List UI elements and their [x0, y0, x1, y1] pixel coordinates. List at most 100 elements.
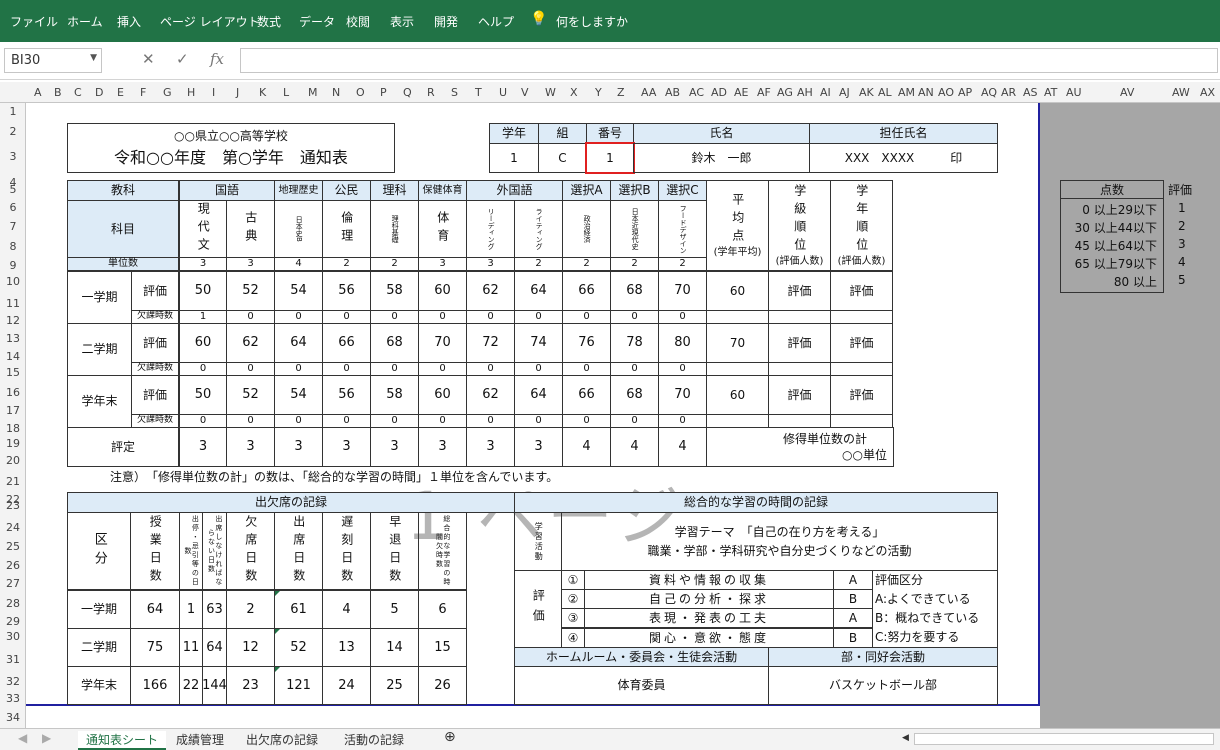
column-header[interactable]: C	[74, 86, 82, 99]
ribbon-tab[interactable]: ページ レイアウト	[160, 13, 260, 30]
row-header[interactable]: 6	[0, 201, 26, 214]
row-header[interactable]: 30	[0, 630, 26, 643]
enter-icon[interactable]: ✓	[176, 50, 189, 68]
ribbon-tab[interactable]: ファイル	[10, 13, 58, 30]
row-header[interactable]: 19	[0, 437, 26, 450]
column-header[interactable]: D	[95, 86, 103, 99]
row-header[interactable]: 28	[0, 597, 26, 610]
row-header[interactable]: 10	[0, 275, 26, 288]
column-header[interactable]: U	[499, 86, 507, 99]
row-header[interactable]: 23	[0, 499, 26, 512]
row-header[interactable]: 1	[0, 105, 26, 118]
sheet-tab[interactable]: 出欠席の記録	[246, 731, 318, 748]
tell-me-box[interactable]: 何をしますか	[556, 13, 628, 30]
ribbon-tab[interactable]: 挿入	[117, 13, 141, 30]
row-header[interactable]: 12	[0, 314, 26, 327]
row-header[interactable]: 25	[0, 540, 26, 553]
ribbon-tab[interactable]: データ	[299, 13, 335, 30]
column-header[interactable]: AF	[757, 86, 771, 99]
row-header[interactable]: 16	[0, 386, 26, 399]
column-header[interactable]: G	[163, 86, 172, 99]
column-header[interactable]: L	[283, 86, 289, 99]
column-header[interactable]: O	[356, 86, 365, 99]
row-header[interactable]: 18	[0, 422, 26, 435]
column-header[interactable]: AV	[1120, 86, 1134, 99]
row-header[interactable]: 21	[0, 475, 26, 488]
row-header[interactable]: 34	[0, 711, 26, 724]
column-header[interactable]: AG	[777, 86, 793, 99]
row-header[interactable]: 27	[0, 577, 26, 590]
lightbulb-icon[interactable]: 💡	[530, 11, 547, 27]
row-header[interactable]: 31	[0, 653, 26, 666]
column-header[interactable]: AK	[859, 86, 874, 99]
row-header[interactable]: 14	[0, 350, 26, 363]
column-header[interactable]: N	[332, 86, 340, 99]
column-header[interactable]: J	[236, 86, 239, 99]
column-header[interactable]: T	[475, 86, 482, 99]
column-header[interactable]: AJ	[839, 86, 850, 99]
column-header[interactable]: I	[212, 86, 215, 99]
column-header[interactable]: M	[308, 86, 318, 99]
row-header[interactable]: 29	[0, 615, 26, 628]
column-header[interactable]: R	[427, 86, 435, 99]
ribbon-tab[interactable]: 数式	[257, 13, 281, 30]
column-header[interactable]: F	[140, 86, 146, 99]
sheet-tab[interactable]: 成績管理	[176, 731, 224, 748]
column-header[interactable]: AQ	[981, 86, 997, 99]
row-header[interactable]: 32	[0, 675, 26, 688]
chevron-down-icon[interactable]: ▼	[90, 53, 97, 63]
row-header[interactable]: 9	[0, 259, 26, 272]
column-header[interactable]: AU	[1066, 86, 1082, 99]
column-header[interactable]: A	[34, 86, 42, 99]
column-header[interactable]: AE	[734, 86, 748, 99]
ribbon-tab[interactable]: 校閲	[346, 13, 370, 30]
column-header[interactable]: W	[545, 86, 556, 99]
scroll-right-icon[interactable]: ▶	[42, 731, 51, 745]
column-header[interactable]: S	[451, 86, 458, 99]
sheet-tab[interactable]: 通知表シート	[78, 731, 167, 750]
function-icon[interactable]: fx	[210, 50, 224, 68]
column-header[interactable]: Z	[617, 86, 625, 99]
column-header[interactable]: Q	[403, 86, 412, 99]
horizontal-scrollbar[interactable]	[914, 733, 1214, 745]
row-header[interactable]: 8	[0, 240, 26, 253]
column-header[interactable]: H	[187, 86, 195, 99]
scroll-left-icon[interactable]: ◀	[18, 731, 27, 745]
row-header[interactable]: 33	[0, 692, 26, 705]
column-header[interactable]: AR	[1001, 86, 1016, 99]
column-header[interactable]: B	[54, 86, 62, 99]
column-header[interactable]: AN	[918, 86, 934, 99]
column-header[interactable]: AP	[958, 86, 972, 99]
hscroll-left-icon[interactable]: ◀	[902, 733, 909, 743]
row-header[interactable]: 13	[0, 332, 26, 345]
sheet-tab[interactable]: 活動の記録	[344, 731, 404, 748]
column-header[interactable]: AT	[1044, 86, 1057, 99]
row-header[interactable]: 5	[0, 183, 26, 196]
ribbon-tab[interactable]: ホーム	[67, 13, 103, 30]
column-header[interactable]: Y	[595, 86, 602, 99]
column-header[interactable]: K	[259, 86, 266, 99]
add-sheet-icon[interactable]: ⊕	[444, 729, 456, 745]
column-header[interactable]: AX	[1200, 86, 1215, 99]
row-header[interactable]: 15	[0, 366, 26, 379]
row-header[interactable]: 2	[0, 125, 26, 138]
ribbon-tab[interactable]: 表示	[390, 13, 414, 30]
row-header[interactable]: 3	[0, 150, 26, 163]
row-header[interactable]: 24	[0, 521, 26, 534]
column-header[interactable]: AW	[1172, 86, 1190, 99]
column-header[interactable]: AM	[898, 86, 915, 99]
ribbon-tab[interactable]: ヘルプ	[478, 13, 514, 30]
column-header[interactable]: V	[521, 86, 529, 99]
formula-input[interactable]	[240, 48, 1218, 73]
ribbon-tab[interactable]: 開発	[434, 13, 458, 30]
row-header[interactable]: 26	[0, 559, 26, 572]
column-header[interactable]: E	[117, 86, 124, 99]
row-header[interactable]: 17	[0, 404, 26, 417]
column-header[interactable]: AC	[689, 86, 704, 99]
cancel-icon[interactable]: ✕	[142, 50, 155, 68]
column-header[interactable]: AO	[938, 86, 954, 99]
column-header[interactable]: AA	[641, 86, 656, 99]
row-header[interactable]: 11	[0, 297, 26, 310]
column-header[interactable]: P	[380, 86, 387, 99]
column-header[interactable]: AL	[878, 86, 892, 99]
